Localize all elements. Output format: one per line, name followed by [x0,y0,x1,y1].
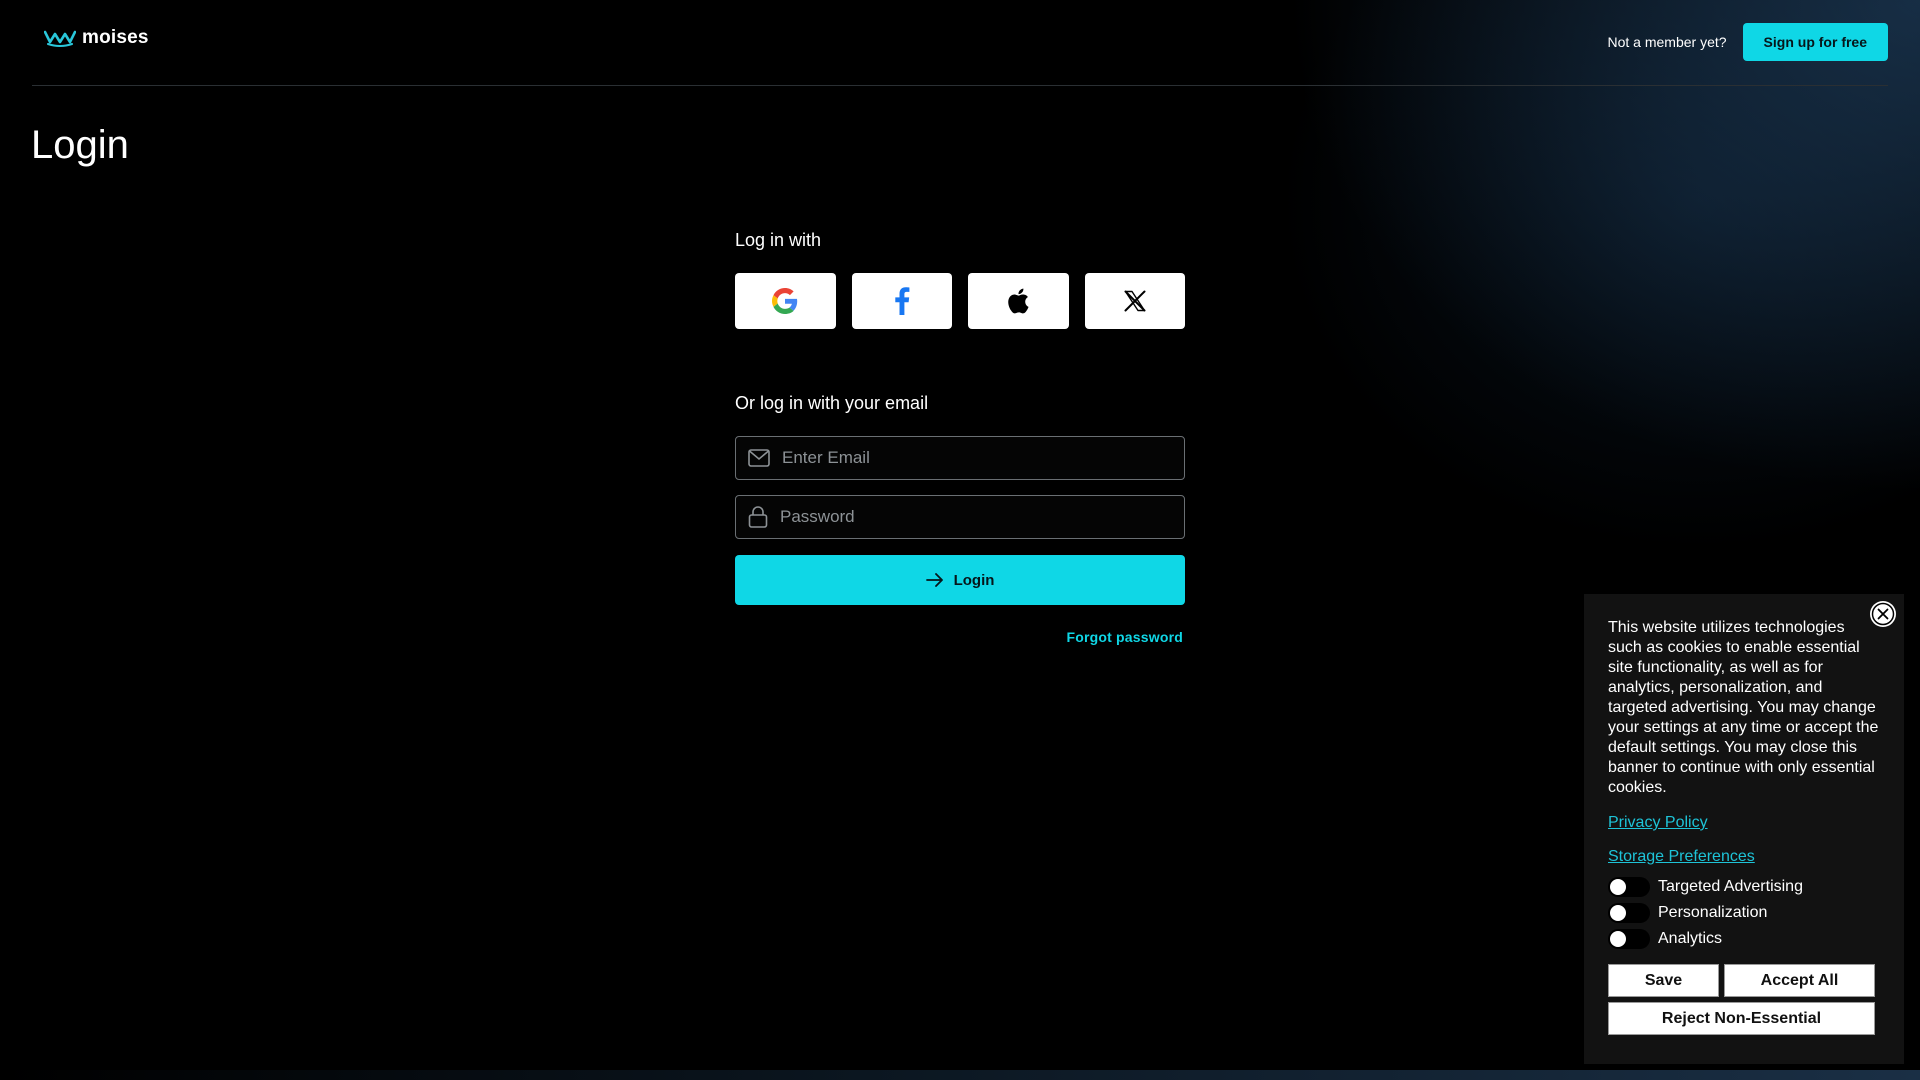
targeted-advertising-toggle[interactable] [1608,877,1650,897]
toggle-row-targeted-advertising: Targeted Advertising [1608,874,1880,900]
google-login-button[interactable] [735,273,836,329]
top-header: moises Not a member yet? Sign up for fre… [32,0,1888,86]
lock-icon [748,506,768,528]
x-icon [1124,290,1146,312]
cookie-toggles: Targeted Advertising Personalization Ana… [1608,874,1880,952]
not-member-text: Not a member yet? [1607,34,1727,50]
cookie-banner: This website utilizes technologies such … [1584,594,1904,1064]
signup-button[interactable]: Sign up for free [1742,23,1888,61]
page-title: Login [31,123,129,167]
login-button[interactable]: Login [735,555,1185,605]
x-login-button[interactable] [1084,273,1185,329]
cookie-close-button[interactable] [1870,601,1896,627]
password-input[interactable] [780,507,1184,527]
moises-wave-icon [44,30,76,47]
moises-logo[interactable]: moises [44,27,149,49]
password-field [735,495,1185,539]
facebook-icon [895,287,910,315]
facebook-login-button[interactable] [851,273,952,329]
email-field [735,436,1185,480]
mail-icon [748,449,770,467]
arrow-right-icon [925,573,943,587]
personalization-toggle[interactable] [1608,903,1650,923]
close-icon [1871,602,1895,626]
cookie-accept-all-button[interactable]: Accept All [1724,964,1875,997]
privacy-policy-link[interactable]: Privacy Policy [1608,814,1880,832]
cookie-save-button[interactable]: Save [1608,964,1719,997]
toggle-label: Targeted Advertising [1658,878,1803,895]
header-actions: Not a member yet? Sign up for free [1607,23,1888,61]
cookie-reject-button[interactable]: Reject Non-Essential [1608,1002,1875,1035]
login-form: Log in with Or log in with your email En… [735,230,1185,645]
social-login-label: Log in with [735,230,822,250]
logo-text: moises [82,27,149,48]
google-icon [772,288,798,314]
login-page: moises Not a member yet? Sign up for fre… [0,0,1920,1080]
toggle-row-personalization: Personalization [1608,900,1880,926]
apple-login-button[interactable] [968,273,1069,329]
toggle-label: Personalization [1658,904,1768,921]
toggle-label: Analytics [1658,930,1723,947]
email-input[interactable] [782,448,1184,468]
email-login-label: Or log in with your email [735,393,929,413]
analytics-toggle[interactable] [1608,929,1650,949]
cookie-description: This website utilizes technologies such … [1608,619,1879,796]
storage-preferences-link[interactable]: Storage Preferences [1608,848,1880,866]
toggle-row-analytics: Analytics [1608,926,1880,952]
forgot-password-link[interactable]: Forgot password [735,629,1185,645]
cookie-actions: Save Accept All [1608,964,1880,997]
apple-icon [1008,288,1029,314]
login-button-label: Login [953,571,995,589]
social-login-row [735,273,1185,329]
